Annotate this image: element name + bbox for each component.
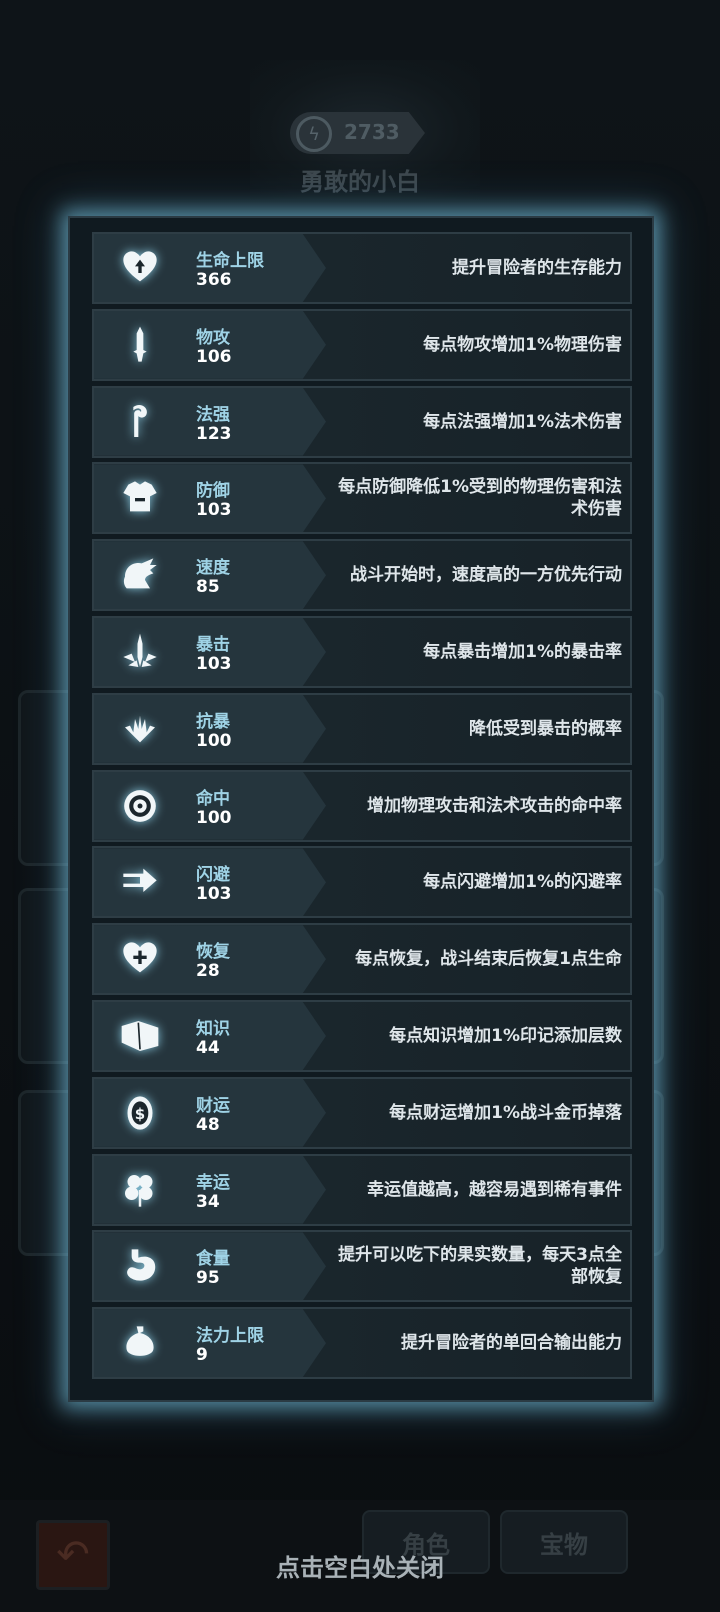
attribute-row: 法强 123 每点法强增加1%法术伤害 <box>92 385 632 458</box>
dodge-arrow-icon <box>116 860 164 904</box>
attribute-name: 财运 <box>196 1095 230 1116</box>
attribute-row: $ 财运 48 每点财运增加1%战斗金币掉落 <box>92 1076 632 1149</box>
attribute-list: 生命上限 366 提升冒险者的生存能力物攻 106 每点物攻增加1%物理伤害法强 123 每… <box>92 232 632 1384</box>
attribute-name: 幸运 <box>196 1172 230 1193</box>
sword-icon <box>116 323 164 367</box>
clover-icon <box>116 1168 164 1212</box>
attribute-row: 速度 85 战斗开始时，速度高的一方优先行动 <box>92 539 632 612</box>
attribute-description: 每点物攻增加1%物理伤害 <box>423 334 622 355</box>
wing-boot-icon <box>116 553 164 597</box>
attribute-description: 每点法强增加1%法术伤害 <box>423 411 622 432</box>
close-hint[interactable]: 点击空白处关闭 <box>0 1548 720 1583</box>
attribute-value: 103 <box>196 884 232 905</box>
attribute-description: 提升冒险者的生存能力 <box>452 258 622 278</box>
armor-icon <box>116 476 164 520</box>
attribute-name: 防御 <box>196 481 230 502</box>
attribute-row: 防御 103 每点防御降低1%受到的物理伤害和法术伤害 <box>92 462 632 535</box>
attribute-description: 每点闪避增加1%的闪避率 <box>423 872 622 893</box>
attribute-name: 知识 <box>196 1018 230 1039</box>
attribute-value: 34 <box>196 1191 220 1212</box>
attribute-value: 9 <box>196 1345 208 1366</box>
attribute-description: 提升可以吃下的果实数量，每天3点全部恢复 <box>338 1245 622 1288</box>
attribute-value: 28 <box>196 961 220 982</box>
attribute-row: 幸运 34 幸运值越高，越容易遇到稀有事件 <box>92 1153 632 1226</box>
attribute-description: 增加物理攻击和法术攻击的命中率 <box>367 795 622 816</box>
staff-icon <box>116 400 164 444</box>
dagger-burst-icon <box>116 630 164 674</box>
attribute-description: 提升冒险者的单回合输出能力 <box>401 1333 622 1354</box>
attribute-value: 106 <box>196 346 232 367</box>
attribute-value: 100 <box>196 807 232 828</box>
attribute-description: 战斗开始时，速度高的一方优先行动 <box>350 565 622 586</box>
attribute-row: 暴击 103 每点暴击增加1%的暴击率 <box>92 615 632 688</box>
hero-name: 勇敢的小白 <box>300 168 420 196</box>
target-icon <box>116 784 164 828</box>
svg-text:$: $ <box>135 1105 145 1123</box>
attribute-name: 闪避 <box>196 865 230 886</box>
attribute-name: 生命上限 <box>196 251 264 271</box>
mana-flask-icon <box>116 1321 164 1365</box>
book-icon <box>116 1014 164 1058</box>
attribute-row: 法力上限 9 提升冒险者的单回合输出能力 <box>92 1307 632 1380</box>
attribute-value: 48 <box>196 1114 220 1135</box>
attribute-row: 恢复 28 每点恢复，战斗结束后恢复1点生命 <box>92 923 632 996</box>
attribute-description: 每点知识增加1%印记添加层数 <box>389 1025 622 1046</box>
attribute-row: 生命上限 366 提升冒险者的生存能力 <box>92 232 632 304</box>
attribute-value: 95 <box>196 1268 220 1289</box>
attribute-description: 每点财运增加1%战斗金币掉落 <box>389 1102 622 1123</box>
attribute-description: 每点恢复，战斗结束后恢复1点生命 <box>355 949 622 970</box>
attribute-value: 366 <box>196 270 232 290</box>
attribute-name: 法强 <box>196 404 230 425</box>
shield-burst-icon <box>116 707 164 751</box>
attribute-row: 闪避 103 每点闪避增加1%的闪避率 <box>92 846 632 919</box>
attribute-name: 抗暴 <box>196 711 230 732</box>
attribute-description: 每点暴击增加1%的暴击率 <box>423 641 622 662</box>
heart-plus-icon <box>116 937 164 981</box>
attribute-name: 命中 <box>196 788 230 809</box>
attribute-name: 食量 <box>196 1249 230 1270</box>
attribute-row: 食量 95 提升可以吃下的果实数量，每天3点全部恢复 <box>92 1230 632 1303</box>
attribute-value: 44 <box>196 1037 220 1058</box>
coin-icon: $ <box>116 1091 164 1135</box>
attribute-row: 物攻 106 每点物攻增加1%物理伤害 <box>92 308 632 381</box>
attribute-value: 100 <box>196 730 232 751</box>
score-value: 2733 <box>344 120 400 144</box>
rune-icon: ϟ <box>296 116 332 152</box>
attribute-value: 123 <box>196 423 232 444</box>
stomach-icon <box>116 1244 164 1288</box>
attribute-description: 降低受到暴击的概率 <box>469 718 622 739</box>
attribute-name: 速度 <box>196 558 230 579</box>
attribute-value: 85 <box>196 577 220 598</box>
attribute-value: 103 <box>196 500 232 521</box>
attribute-row: 抗暴 100 降低受到暴击的概率 <box>92 692 632 765</box>
attribute-description: 每点防御降低1%受到的物理伤害和法术伤害 <box>338 477 622 520</box>
attribute-row: 命中 100 增加物理攻击和法术攻击的命中率 <box>92 769 632 842</box>
attribute-name: 物攻 <box>196 327 230 348</box>
attribute-description: 幸运值越高，越容易遇到稀有事件 <box>367 1179 622 1200</box>
attribute-name: 暴击 <box>196 634 230 655</box>
attribute-name: 恢复 <box>196 942 230 963</box>
attribute-row: 知识 44 每点知识增加1%印记添加层数 <box>92 999 632 1072</box>
attribute-name: 法力上限 <box>196 1326 264 1347</box>
heart-up-icon <box>116 246 164 290</box>
attribute-value: 103 <box>196 653 232 674</box>
